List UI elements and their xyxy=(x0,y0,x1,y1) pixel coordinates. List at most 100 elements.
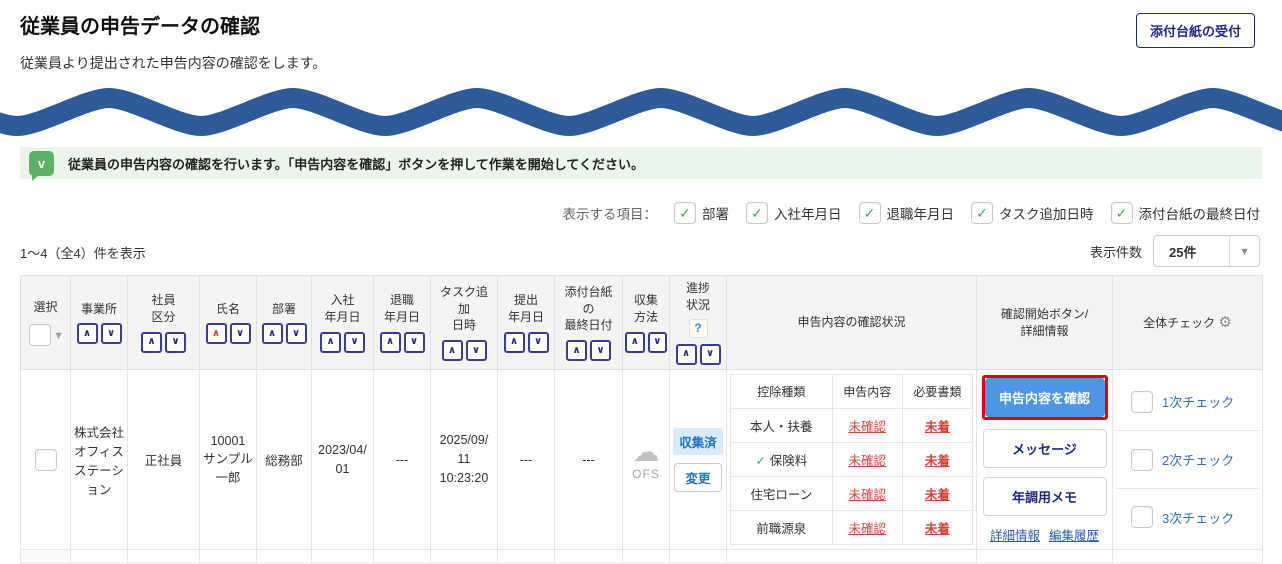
col-header-submitted-date: 提出 年月日 ∧∨ xyxy=(498,276,555,370)
not-arrived-link[interactable]: 未着 xyxy=(925,454,950,468)
unconfirmed-link[interactable]: 未確認 xyxy=(848,454,886,468)
name-cell: 10001 サンプル一郎 xyxy=(200,370,257,550)
not-arrived-link[interactable]: 未着 xyxy=(925,420,950,434)
sort-asc-button[interactable]: ∧ xyxy=(504,332,525,353)
column-label: タスク追 加 日時 xyxy=(433,284,495,334)
sort-asc-button[interactable]: ∧ xyxy=(262,323,283,344)
row-checkbox[interactable] xyxy=(35,449,57,471)
sort-asc-button[interactable]: ∧ xyxy=(380,332,401,353)
third-check-label: 3次チェック xyxy=(1162,508,1234,527)
table-row: 株式会社オフィスステーション 正社員 10001 サンプル一郎 総務部 2023… xyxy=(21,370,1263,550)
third-check-checkbox[interactable] xyxy=(1131,506,1153,528)
deduction-type: 本人・扶養 xyxy=(731,409,833,443)
sort-desc-button[interactable]: ∨ xyxy=(286,323,307,344)
sort-desc-button[interactable]: ∨ xyxy=(466,340,487,361)
not-arrived-link[interactable]: 未着 xyxy=(925,522,950,536)
sort-desc-button[interactable]: ∨ xyxy=(528,332,549,353)
year-end-memo-button[interactable]: 年調用メモ xyxy=(983,477,1107,516)
sort-desc-button[interactable]: ∨ xyxy=(344,332,365,353)
employee-declaration-table: 選択 ▾ 事業所 ∧∨ 社員 区分 ∧∨ 氏名 ∧∨ 部署 ∧∨ 入社 年月日 … xyxy=(20,275,1263,564)
filter-retire-date: ✓ 退職年月日 xyxy=(859,202,955,224)
check-icon: ✓ xyxy=(864,205,876,222)
department-cell: 総務部 xyxy=(257,370,312,550)
col-header-progress: 進捗 状況 ? ∧∨ xyxy=(670,276,727,370)
confirmation-status-cell: 控除種類 申告内容 必要書類 本人・扶養 未確認 未着 ✓保険料 未確認 未着 xyxy=(727,370,977,550)
per-page-select[interactable]: 25件 ▾ xyxy=(1153,235,1260,267)
second-check-label: 2次チェック xyxy=(1162,450,1234,469)
sort-desc-button[interactable]: ∨ xyxy=(230,323,251,344)
speech-bubble-icon: v xyxy=(29,151,54,176)
second-check-checkbox[interactable] xyxy=(1131,449,1153,471)
checkbox-attach-last-date[interactable]: ✓ xyxy=(1111,202,1133,224)
checkbox-retire-date[interactable]: ✓ xyxy=(859,202,881,224)
confirm-declaration-button[interactable]: 申告内容を確認 xyxy=(985,378,1105,417)
sort-asc-button[interactable]: ∧ xyxy=(320,332,341,353)
inner-header-declared-content: 申告内容 xyxy=(832,375,902,409)
col-header-department: 部署 ∧∨ xyxy=(257,276,312,370)
office-cell: 株式会社オフィスステーション xyxy=(71,370,128,550)
sort-desc-button[interactable]: ∨ xyxy=(590,340,611,361)
sort-asc-button[interactable]: ∧ xyxy=(141,332,162,353)
col-header-office: 事業所 ∧∨ xyxy=(71,276,128,370)
sort-asc-button[interactable]: ∧ xyxy=(676,344,697,365)
sort-asc-button[interactable]: ∧ xyxy=(442,340,463,361)
detail-info-link[interactable]: 詳細情報 xyxy=(990,525,1040,544)
sort-desc-button[interactable]: ∨ xyxy=(648,332,668,353)
third-check-row: 3次チェック xyxy=(1116,488,1259,546)
filter-department: ✓ 部署 xyxy=(674,202,729,224)
check-icon: ✓ xyxy=(751,205,763,222)
caret-down-icon[interactable]: ▾ xyxy=(55,328,61,342)
sort-asc-button[interactable]: ∧ xyxy=(566,340,587,361)
filter-task-added: ✓ タスク追加日時 xyxy=(971,202,1094,224)
column-label: 申告内容の確認状況 xyxy=(729,314,974,331)
checkbox-department[interactable]: ✓ xyxy=(674,202,696,224)
deduction-type: 住宅ローン xyxy=(731,477,833,511)
sort-desc-button[interactable]: ∨ xyxy=(101,323,122,344)
gear-icon[interactable]: ⚙ xyxy=(1218,314,1231,331)
edit-history-link[interactable]: 編集履歴 xyxy=(1049,525,1099,544)
change-status-button[interactable]: 変更 xyxy=(674,463,721,492)
column-label: 氏名 xyxy=(202,301,254,318)
inner-row-dependents: 本人・扶養 未確認 未着 xyxy=(731,409,973,443)
col-header-confirmation-status: 申告内容の確認状況 xyxy=(727,276,977,370)
sort-asc-button-active[interactable]: ∧ xyxy=(206,323,227,344)
col-header-attach-last-date: 添付台紙 の 最終日付 ∧∨ xyxy=(555,276,623,370)
col-header-employee-type: 社員 区分 ∧∨ xyxy=(128,276,200,370)
col-header-actions: 確認開始ボタン/ 詳細情報 xyxy=(977,276,1113,370)
unconfirmed-link[interactable]: 未確認 xyxy=(848,420,886,434)
per-page-value: 25件 xyxy=(1154,236,1229,266)
help-icon[interactable]: ? xyxy=(689,319,708,338)
confirmation-status-table: 控除種類 申告内容 必要書類 本人・扶養 未確認 未着 ✓保険料 未確認 未着 xyxy=(730,374,973,545)
col-header-task-added: タスク追 加 日時 ∧∨ xyxy=(431,276,498,370)
filter-hire-date: ✓ 入社年月日 xyxy=(746,202,842,224)
first-check-row: 1次チェック xyxy=(1116,374,1259,431)
unconfirmed-link[interactable]: 未確認 xyxy=(848,522,886,536)
column-label: 全体チェック xyxy=(1143,316,1215,330)
sort-asc-button[interactable]: ∧ xyxy=(77,323,98,344)
sort-desc-button[interactable]: ∨ xyxy=(165,332,186,353)
col-header-retire-date: 退職 年月日 ∧∨ xyxy=(374,276,431,370)
not-arrived-link[interactable]: 未着 xyxy=(925,488,950,502)
table-row-partial xyxy=(21,550,1263,564)
column-label: 提出 年月日 xyxy=(500,292,552,326)
col-header-overall-check: 全体チェック ⚙ xyxy=(1113,276,1263,370)
message-button[interactable]: メッセージ xyxy=(983,429,1107,468)
first-check-checkbox[interactable] xyxy=(1131,391,1153,413)
sort-desc-button[interactable]: ∨ xyxy=(404,332,425,353)
checkbox-hire-date[interactable]: ✓ xyxy=(746,202,768,224)
filter-label: 添付台紙の最終日付 xyxy=(1139,203,1261,223)
cloud-icon: ☁ xyxy=(626,439,666,466)
check-icon: ✓ xyxy=(755,454,765,468)
sort-asc-button[interactable]: ∧ xyxy=(625,332,645,353)
checkbox-task-added[interactable]: ✓ xyxy=(971,202,993,224)
select-all-checkbox[interactable] xyxy=(29,324,51,346)
unconfirmed-link[interactable]: 未確認 xyxy=(848,488,886,502)
actions-cell: 申告内容を確認 メッセージ 年調用メモ 詳細情報 編集履歴 xyxy=(977,370,1113,550)
select-cell xyxy=(21,370,71,550)
sort-desc-button[interactable]: ∨ xyxy=(700,344,721,365)
status-badge: 収集済 xyxy=(673,428,723,455)
filter-label: 退職年月日 xyxy=(887,203,955,223)
caret-down-icon: ▾ xyxy=(1229,236,1259,266)
attach-sheet-button[interactable]: 添付台紙の受付 xyxy=(1136,13,1255,48)
employee-name: サンプル一郎 xyxy=(203,448,253,486)
